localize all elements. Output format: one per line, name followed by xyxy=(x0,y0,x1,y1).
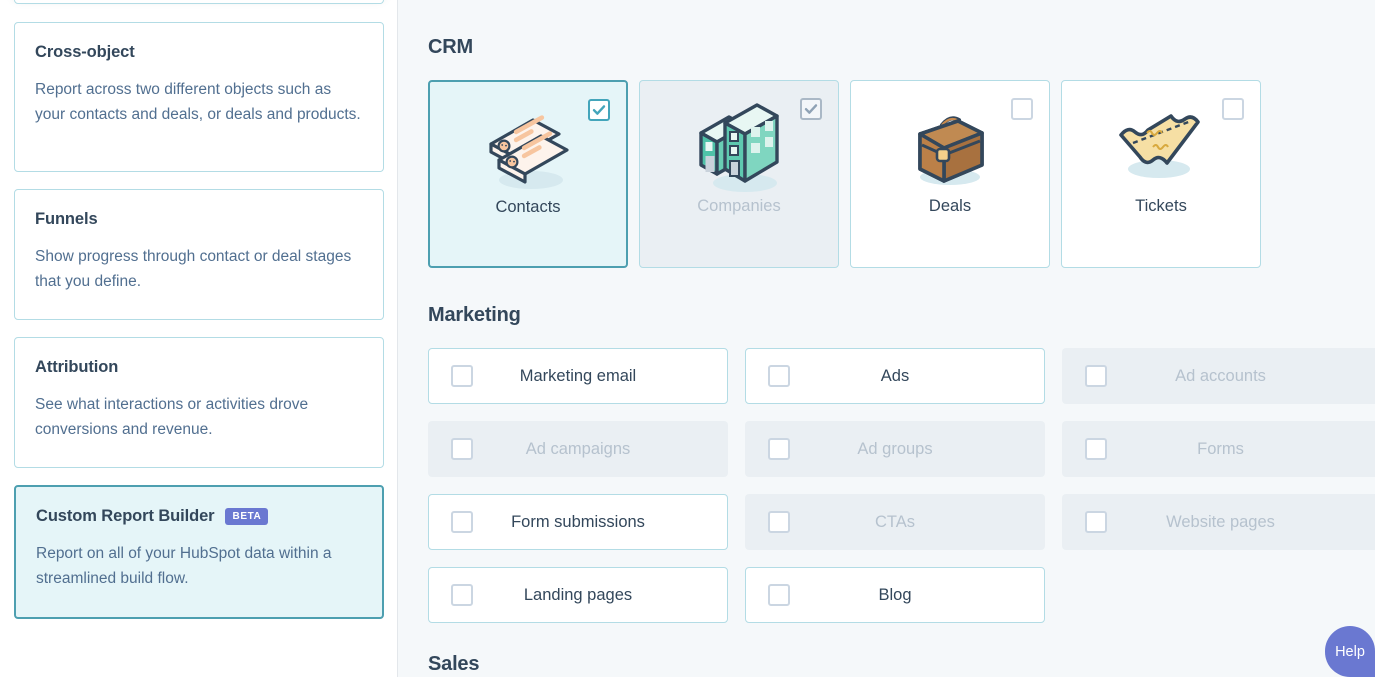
option-row-label: Forms xyxy=(1197,439,1244,458)
sidebar-card-description: See what interactions or activities drov… xyxy=(35,396,309,438)
checkbox-form-submissions[interactable] xyxy=(451,511,473,533)
data-sources-panel: CRM Contacts Companies Deals Tickets Mar… xyxy=(398,0,1375,677)
option-row-label: Landing pages xyxy=(523,585,633,604)
page-root: Cross-object Report across two different… xyxy=(0,0,1375,677)
option-row-ad-campaigns: Ad campaigns xyxy=(428,421,728,477)
object-card-companies: Companies xyxy=(639,80,839,268)
option-row-label: CTAs xyxy=(874,512,916,531)
checkbox-ctas xyxy=(768,511,790,533)
checkbox-deals[interactable] xyxy=(1011,98,1033,120)
checkbox-blog[interactable] xyxy=(768,584,790,606)
sidebar-card-funnels[interactable]: Funnels Show progress through contact or… xyxy=(14,189,384,320)
sidebar-card-title-row: Custom Report Builder BETA xyxy=(36,507,362,526)
companies-icon xyxy=(685,101,793,197)
sidebar-card-custom-report-builder[interactable]: Custom Report Builder BETA Report on all… xyxy=(14,485,384,619)
sidebar-card-description: Report on all of your HubSpot data withi… xyxy=(36,545,332,587)
checkbox-marketing-email[interactable] xyxy=(451,365,473,387)
section-title-crm: CRM xyxy=(428,36,473,58)
sidebar-card-title-row: Cross-object xyxy=(35,43,363,62)
option-row-ad-groups: Ad groups xyxy=(745,421,1045,477)
sidebar-card-title-row: Funnels xyxy=(35,210,363,229)
option-row-website-pages: Website pages xyxy=(1062,494,1375,550)
crm-object-grid: Contacts Companies Deals Tickets xyxy=(428,80,1280,268)
object-card-label: Tickets xyxy=(1135,197,1187,215)
object-card-label: Deals xyxy=(928,197,972,215)
sidebar-card-title: Cross-object xyxy=(35,43,135,61)
option-row-blog[interactable]: Blog xyxy=(745,567,1045,623)
option-row-label: Ads xyxy=(880,366,910,385)
option-row-label: Website pages xyxy=(1166,512,1275,531)
report-type-sidebar: Cross-object Report across two different… xyxy=(0,0,398,677)
checkbox-website-pages xyxy=(1085,511,1107,533)
checkbox-ad-campaigns xyxy=(451,438,473,460)
checkbox-contacts[interactable] xyxy=(588,99,610,121)
check-icon xyxy=(592,105,606,115)
checkbox-tickets[interactable] xyxy=(1222,98,1244,120)
tickets-icon xyxy=(1107,101,1215,197)
option-row-ads[interactable]: Ads xyxy=(745,348,1045,404)
option-row-form-submissions[interactable]: Form submissions xyxy=(428,494,728,550)
check-icon xyxy=(804,104,818,114)
object-card-label: Contacts xyxy=(495,198,561,216)
option-row-marketing-email[interactable]: Marketing email xyxy=(428,348,728,404)
checkbox-companies xyxy=(800,98,822,120)
checkbox-ad-accounts xyxy=(1085,365,1107,387)
option-row-ad-accounts: Ad accounts xyxy=(1062,348,1375,404)
sidebar-card-partial-above[interactable] xyxy=(14,0,384,4)
option-row-landing-pages[interactable]: Landing pages xyxy=(428,567,728,623)
checkbox-ad-groups xyxy=(768,438,790,460)
option-row-label: Ad groups xyxy=(857,439,933,458)
sidebar-card-title-row: Attribution xyxy=(35,358,363,377)
sidebar-card-description: Report across two different objects such… xyxy=(35,81,361,123)
sidebar-card-title: Attribution xyxy=(35,358,119,376)
object-card-contacts[interactable]: Contacts xyxy=(428,80,628,268)
sidebar-card-attribution[interactable]: Attribution See what interactions or act… xyxy=(14,337,384,468)
help-button[interactable]: Help xyxy=(1325,626,1375,677)
marketing-option-grid: Marketing email Ads Ad accounts Ad campa… xyxy=(428,348,1375,623)
sidebar-card-cross-object[interactable]: Cross-object Report across two different… xyxy=(14,22,384,172)
option-row-ctas: CTAs xyxy=(745,494,1045,550)
checkbox-landing-pages[interactable] xyxy=(451,584,473,606)
checkbox-ads[interactable] xyxy=(768,365,790,387)
option-row-label: Ad accounts xyxy=(1175,366,1266,385)
beta-badge: BETA xyxy=(224,508,269,525)
option-row-label: Blog xyxy=(878,585,912,604)
section-title-sales: Sales xyxy=(428,653,480,675)
object-card-tickets[interactable]: Tickets xyxy=(1061,80,1261,268)
option-row-forms: Forms xyxy=(1062,421,1375,477)
section-title-marketing: Marketing xyxy=(428,304,521,326)
help-button-label: Help xyxy=(1335,643,1365,660)
checkbox-forms xyxy=(1085,438,1107,460)
contacts-icon xyxy=(473,102,583,198)
sidebar-card-title: Funnels xyxy=(35,210,98,228)
option-row-label: Ad campaigns xyxy=(525,439,631,458)
object-card-deals[interactable]: Deals xyxy=(850,80,1050,268)
option-row-label: Marketing email xyxy=(519,366,637,385)
sidebar-card-description: Show progress through contact or deal st… xyxy=(35,248,352,290)
option-row-label: Form submissions xyxy=(511,512,645,531)
deals-icon xyxy=(898,101,1002,197)
sidebar-card-title: Custom Report Builder xyxy=(36,507,215,525)
object-card-label: Companies xyxy=(697,197,781,215)
